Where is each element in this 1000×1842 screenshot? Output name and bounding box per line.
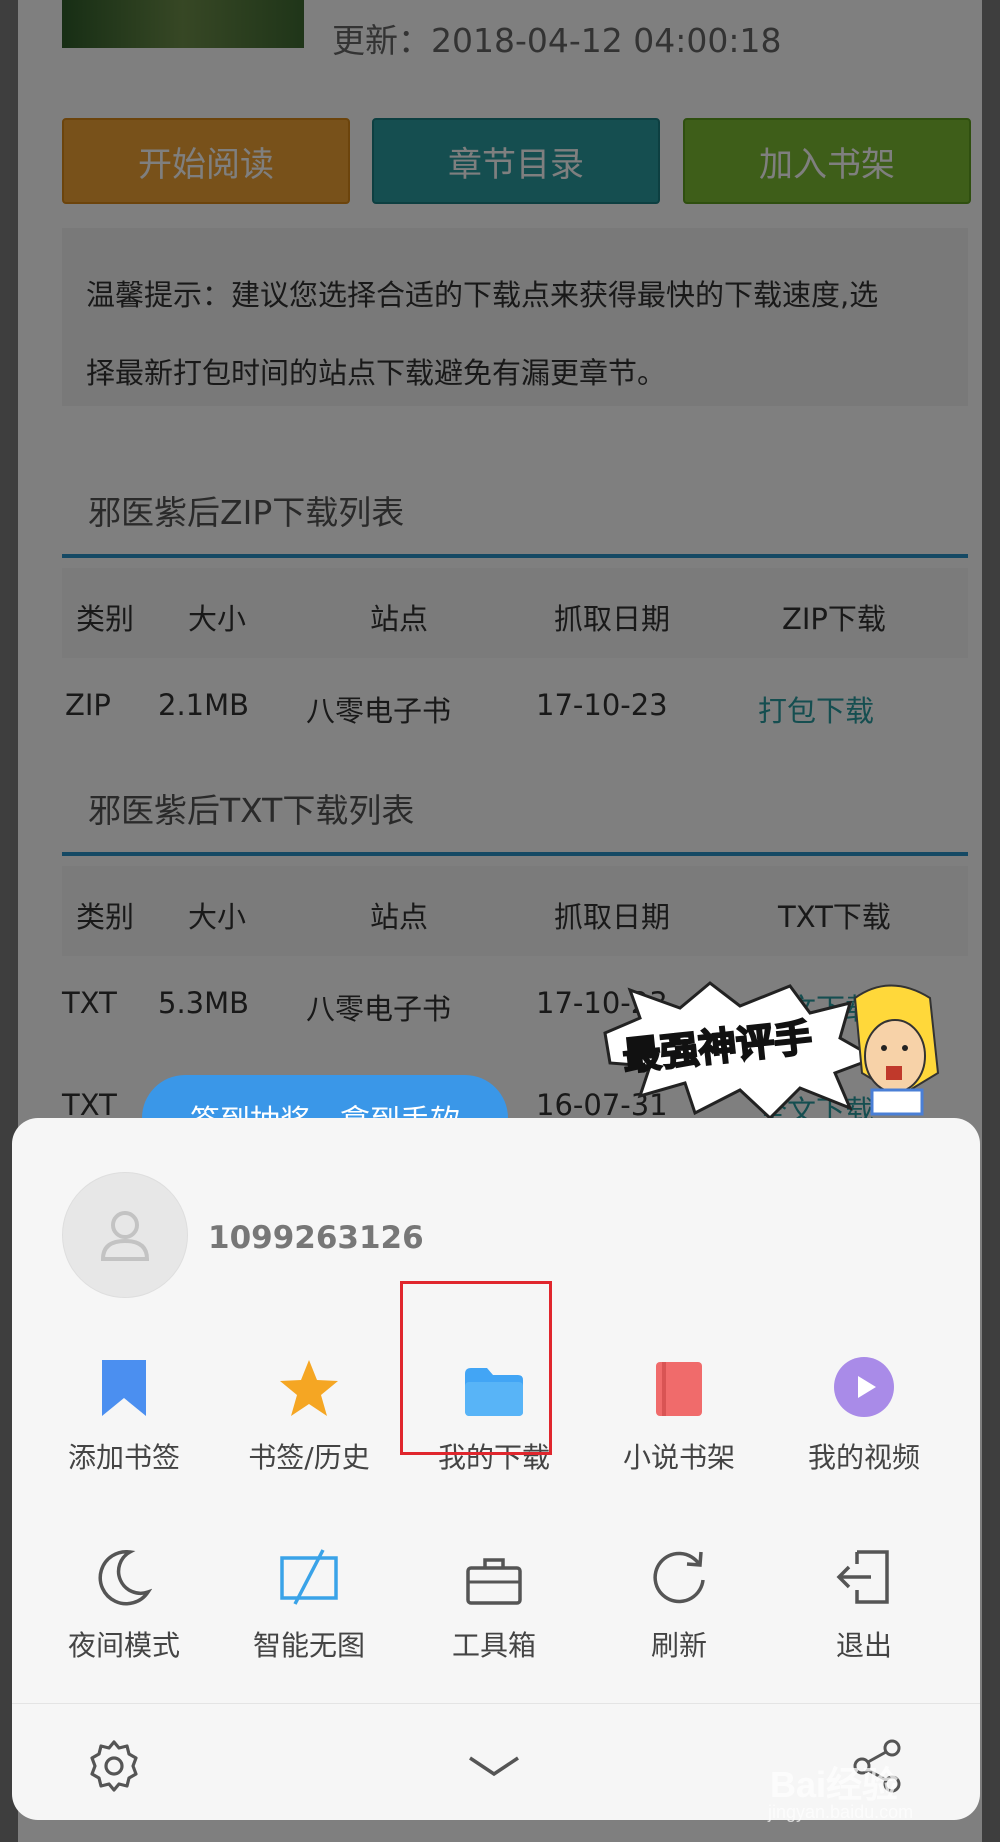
menu-toolbox[interactable]: 工具箱 <box>402 1536 586 1664</box>
menu-label: 我的视频 <box>807 1441 920 1474</box>
menu-add-bookmark[interactable]: 添加书签 <box>32 1348 216 1476</box>
menu-label: 刷新 <box>650 1629 707 1662</box>
menu-my-videos[interactable]: 我的视频 <box>772 1348 956 1476</box>
collapse-button[interactable] <box>466 1752 522 1784</box>
menu-bookmarks-history[interactable]: 书签/历史 <box>217 1348 401 1476</box>
menu-refresh[interactable]: 刷新 <box>587 1536 771 1664</box>
bottom-sheet-menu: 1099263126 添加书签 书签/历史 我的下载 小说书架 我的视频 夜间模… <box>12 1118 980 1820</box>
moon-icon <box>98 1549 152 1606</box>
menu-label: 夜间模式 <box>67 1629 180 1662</box>
highlight-box <box>400 1281 552 1455</box>
exit-icon <box>836 1550 889 1604</box>
avatar[interactable] <box>62 1172 188 1298</box>
comic-sticker[interactable]: 最强神评手 <box>600 978 940 1128</box>
watermark-url: jingyan.baidu.com <box>768 1802 914 1822</box>
menu-label: 书签/历史 <box>248 1441 370 1474</box>
cartoon-face-icon <box>853 984 940 1116</box>
user-icon <box>100 1211 150 1261</box>
bookmark-icon <box>102 1360 146 1416</box>
settings-button[interactable] <box>86 1738 142 1798</box>
menu-label: 添加书签 <box>67 1441 180 1474</box>
refresh-icon <box>653 1551 705 1604</box>
toolbox-icon <box>466 1558 522 1605</box>
menu-label: 智能无图 <box>252 1629 365 1662</box>
gear-icon <box>90 1740 138 1792</box>
menu-smart-no-image[interactable]: 智能无图 <box>217 1536 401 1664</box>
star-icon <box>280 1360 338 1416</box>
menu-novel-shelf[interactable]: 小说书架 <box>587 1348 771 1476</box>
user-id[interactable]: 1099263126 <box>208 1220 424 1256</box>
menu-label: 退出 <box>835 1629 892 1662</box>
menu-label: 小说书架 <box>622 1441 735 1474</box>
play-icon <box>834 1357 894 1417</box>
menu-night-mode[interactable]: 夜间模式 <box>32 1536 216 1664</box>
menu-label: 工具箱 <box>451 1629 536 1662</box>
no-image-icon <box>280 1549 338 1605</box>
watermark-brand: Bai经验 <box>770 1764 899 1805</box>
chevron-down-icon <box>469 1756 519 1777</box>
sheet-divider <box>12 1703 980 1704</box>
book-icon <box>656 1362 702 1416</box>
menu-exit[interactable]: 退出 <box>772 1536 956 1664</box>
